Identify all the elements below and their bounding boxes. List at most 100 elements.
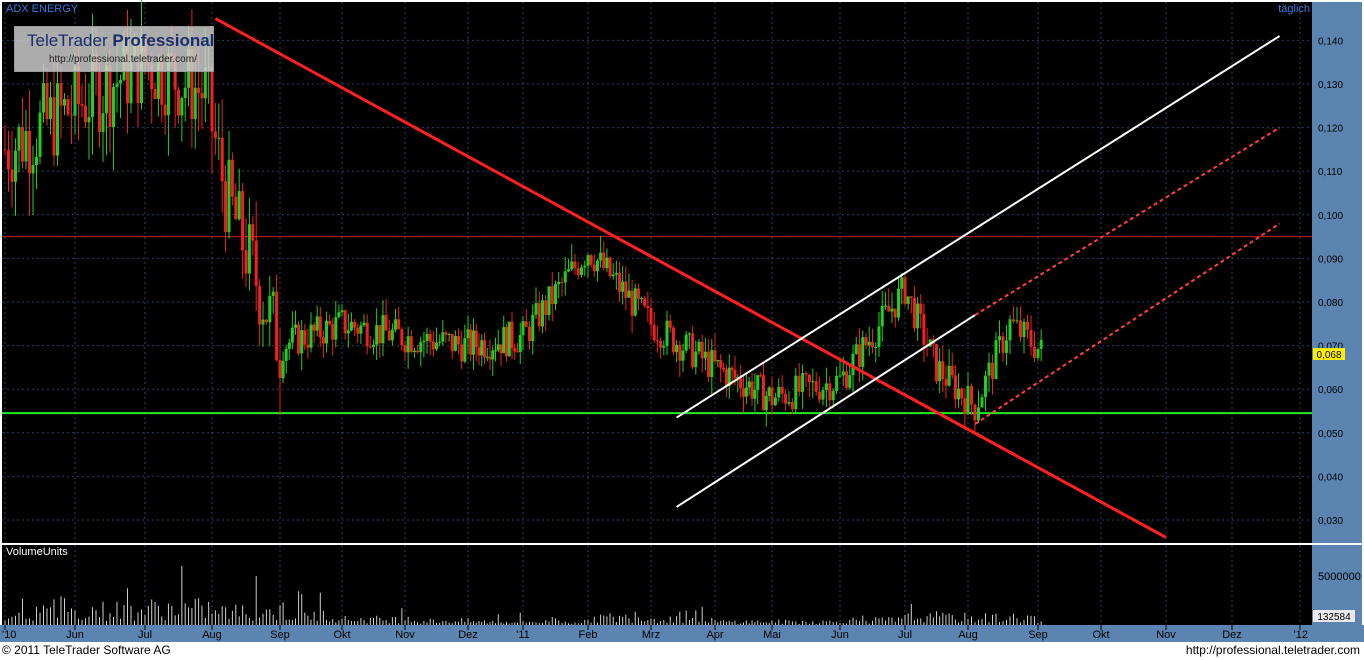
candle-body [25,131,28,162]
candle-body [279,360,282,378]
price-tick-label: 0,030 [1318,516,1343,527]
volume-last-value: 132584 [1317,612,1351,623]
candle-body [871,342,874,347]
candle-body [621,282,624,292]
candle-body [907,296,910,303]
footer-url[interactable]: http://professional.teletrader.com [1186,643,1360,657]
candle-body [204,68,207,99]
time-tick-label: Aug [202,629,222,641]
candle-body [109,65,112,126]
candle-body [444,332,447,334]
candle-body [177,90,180,116]
candle-body [788,402,791,404]
price-tick-label: 0,090 [1318,254,1343,265]
candle-body [457,336,460,344]
candle-body [84,106,87,122]
candle-body [353,322,356,328]
candle-body [855,344,858,354]
candle-body [214,131,217,138]
candle-body [438,342,441,343]
candle-body [394,319,397,329]
candle-body [881,306,884,327]
candle-body [1016,320,1019,321]
candle-body [272,292,275,296]
symbol-title: ADX ENERGY [6,3,79,15]
candle-body [753,390,756,399]
candle-body [497,344,500,350]
candle-body [916,304,919,329]
candle-body [938,361,941,381]
candle-body [67,99,70,114]
candle-body [294,325,297,328]
candle-body [725,370,728,387]
time-tick-label: Okt [333,629,350,641]
candle-body [960,389,963,399]
candle-body [771,387,774,405]
candle-body [32,165,35,173]
candle-body [306,345,309,348]
candle-body [593,265,596,272]
candle-body [535,303,538,315]
footer: © 2011 TeleTrader Software AG http://pro… [0,642,1364,660]
candle-body [74,66,77,116]
time-tick-label: Mai [763,629,781,641]
candle-body [154,89,157,99]
candle-body [310,325,313,348]
candle-body [878,326,881,347]
candle-body [410,336,413,352]
candle-body [1030,330,1033,347]
candle-body [35,157,38,165]
candle-body [63,99,66,106]
candle-body [653,325,656,340]
candle-body [448,334,451,335]
logo-url: http://professional.teletrader.com/ [49,54,197,65]
candle-body [194,88,197,119]
candle-body [970,386,973,405]
candle-body [241,191,244,250]
candle-body [609,258,612,277]
candle-body [650,308,653,325]
candle-body [528,327,531,341]
candle-body [832,391,835,400]
candle-body [70,114,73,115]
candle-body [224,181,227,232]
candle-body [781,387,784,394]
candle-body [334,317,337,339]
candle-body [704,352,707,359]
candle-body [268,296,271,322]
candle-body [666,321,669,346]
candle-body [413,351,416,352]
candle-body [815,381,818,392]
candle-body [369,346,372,347]
candle-body [701,342,704,359]
candle-body [995,340,998,379]
logo-brand-bold: Professional [112,31,214,50]
time-tick-label: Jun [66,629,84,641]
candle-body [656,340,659,341]
candle-body [538,303,541,326]
candle-body [868,342,871,345]
candle-body [861,337,864,367]
candle-body [234,197,237,220]
candle-body [265,320,268,323]
candle-body [848,375,851,388]
candle-body [102,113,105,132]
candle-body [98,71,101,132]
time-tick-label: '12 [1294,629,1308,641]
candle-body [564,271,567,282]
candle-body [297,325,300,354]
candle-body [707,352,710,377]
candle-body [691,333,694,367]
candle-body [1026,322,1029,330]
time-tick-label: Okt [1092,629,1109,641]
candle-body [422,341,425,342]
candle-body [784,394,787,404]
candle-body [105,65,108,113]
candle-body [835,376,838,391]
candle-body [554,284,557,304]
candle-body [605,258,608,269]
candle-body [722,368,725,370]
candle-body [381,315,384,343]
candle-body [359,325,362,333]
candle-body [511,322,514,348]
